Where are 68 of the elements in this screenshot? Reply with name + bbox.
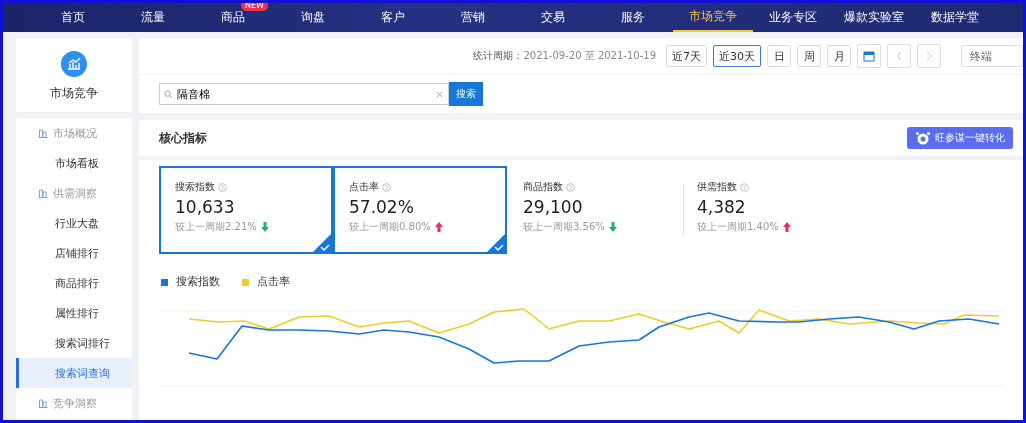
help-icon — [740, 182, 749, 192]
range-button[interactable]: 月 — [827, 45, 851, 67]
help-icon — [218, 182, 227, 192]
legend-label: 点击率 — [257, 275, 290, 289]
sidebar-group-label: 竞争洞察 — [53, 395, 97, 411]
nav-tab[interactable]: 市场竞争 — [673, 3, 753, 32]
building-icon — [38, 398, 48, 408]
sidebar-item[interactable]: 市场看板 — [16, 148, 132, 178]
search-icon — [164, 89, 173, 99]
clear-icon — [435, 89, 444, 99]
calendar-button[interactable] — [857, 44, 881, 68]
range-button[interactable]: 日 — [767, 45, 791, 67]
convert-button[interactable]: 旺参谋一键转化 — [907, 127, 1013, 149]
sidebar-group-label: 供需洞察 — [53, 185, 97, 201]
chart-logo-icon — [61, 51, 87, 77]
sidebar-item[interactable]: 店铺排行 — [16, 238, 132, 268]
sidebar-item[interactable]: 属性排行 — [16, 298, 132, 328]
sidebar-group-label: 市场概况 — [53, 125, 97, 141]
nav-tab[interactable]: 营销 — [433, 3, 513, 32]
chevron-right-icon — [925, 51, 933, 61]
nav-tab[interactable]: 服务 — [593, 3, 673, 32]
metric-name: 供需指数 — [697, 180, 737, 194]
help-icon — [566, 182, 575, 192]
down-arrow-icon — [608, 222, 617, 232]
up-arrow-icon — [782, 222, 791, 232]
nav-tab[interactable]: 询盘 — [273, 3, 353, 32]
range-button[interactable]: 近30天 — [713, 45, 761, 67]
period-value: 2021-09-20 至 2021-10-19 — [523, 49, 656, 63]
next-button[interactable] — [917, 44, 941, 68]
nav-tab[interactable]: 爆款实验室 — [833, 3, 915, 32]
period-label: 统计周期： — [473, 49, 524, 63]
nav-tab[interactable]: 数据学堂 — [915, 3, 995, 32]
check-icon — [312, 233, 332, 253]
range-button[interactable]: 周 — [797, 45, 821, 67]
nav-tab[interactable]: 业务专区 — [753, 3, 833, 32]
new-badge: NEW — [241, 3, 268, 11]
sidebar-item[interactable]: 搜索词查询 — [16, 358, 132, 388]
building-icon — [38, 188, 48, 198]
sidebar-item[interactable]: 搜索词排行 — [16, 328, 132, 358]
sidebar-item[interactable]: 商品排行 — [16, 268, 132, 298]
up-arrow-icon — [434, 222, 443, 232]
panel-title: 核心指标 — [159, 129, 207, 147]
building-icon — [38, 128, 48, 138]
metric-name: 商品指数 — [523, 180, 563, 194]
metric-value: 4,382 — [697, 197, 747, 217]
nav-tab[interactable]: 交易 — [513, 3, 593, 32]
robot-icon — [915, 131, 931, 145]
metric-value: 57.02% — [349, 197, 415, 217]
check-icon — [486, 233, 506, 253]
chevron-left-icon — [895, 51, 903, 61]
search-field[interactable]: 隔音棉 — [159, 83, 449, 105]
help-icon — [382, 182, 391, 192]
metric-name: 搜索指数 — [175, 180, 215, 194]
metric-name: 点击率 — [349, 180, 379, 194]
sidebar-item[interactable]: 行业大盘 — [16, 208, 132, 238]
metric-value: 10,633 — [175, 197, 236, 217]
sidebar-title: 市场竞争 — [50, 85, 98, 102]
down-arrow-icon — [260, 222, 269, 232]
search-button[interactable]: 搜索 — [449, 82, 483, 106]
nav-tab[interactable]: 流量 — [113, 3, 193, 32]
calendar-icon — [863, 50, 875, 62]
range-button[interactable]: 近7天 — [666, 45, 707, 67]
nav-tab[interactable]: 首页 — [33, 3, 113, 32]
metric-value: 29,100 — [523, 197, 584, 217]
previous-button[interactable] — [887, 44, 911, 68]
terminal-dropdown[interactable]: 终端 — [961, 45, 1023, 67]
legend-label: 搜索指数 — [176, 275, 220, 289]
nav-tab[interactable]: 客户 — [353, 3, 433, 32]
